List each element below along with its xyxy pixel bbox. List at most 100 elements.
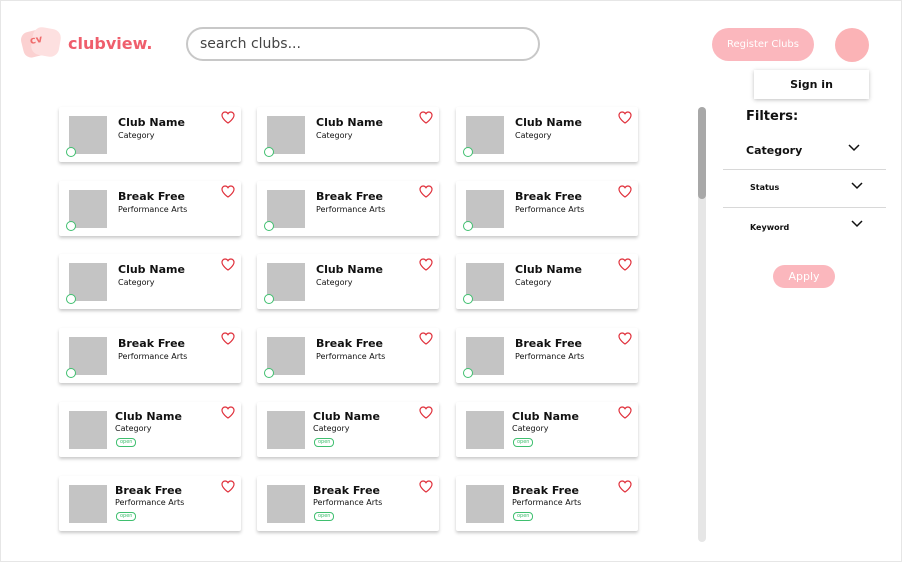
status-indicator [66,294,76,304]
heart-outline-icon[interactable] [618,332,632,345]
club-title: Club Name [512,410,579,423]
club-category: Category [316,131,353,140]
club-thumbnail [466,485,504,523]
club-title: Break Free [515,190,582,203]
chevron-down-icon [848,144,860,152]
club-category: Category [118,278,155,287]
club-title: Club Name [316,116,383,129]
club-category: Performance Arts [118,352,188,361]
club-category: Performance Arts [115,498,185,507]
heart-outline-icon[interactable] [221,185,235,198]
club-card[interactable]: Club Name Category [456,107,638,162]
status-badge: open [513,512,534,521]
filter-keyword[interactable]: Keyword [723,208,886,246]
club-category: Category [515,278,552,287]
status-indicator [463,294,473,304]
club-category: Performance Arts [316,352,386,361]
heart-outline-icon[interactable] [618,185,632,198]
status-indicator [264,368,274,378]
filter-label: Status [750,183,780,192]
club-category: Performance Arts [512,498,582,507]
club-title: Break Free [313,484,380,497]
club-card[interactable]: Club Name Category [59,254,241,309]
club-thumbnail [267,411,305,449]
chevron-down-icon [851,182,863,190]
status-indicator [66,147,76,157]
heart-outline-icon[interactable] [419,185,433,198]
club-card[interactable]: Club Name Category [257,107,439,162]
status-indicator [463,221,473,231]
heart-outline-icon[interactable] [419,406,433,419]
register-clubs-button[interactable]: Register Clubs [712,28,814,61]
heart-outline-icon[interactable] [419,111,433,124]
club-title: Club Name [515,116,582,129]
status-badge: open [513,438,534,447]
heart-outline-icon[interactable] [618,480,632,493]
logo-mark-icon: cv [19,25,63,60]
heart-outline-icon[interactable] [419,258,433,271]
club-category: Performance Arts [313,498,383,507]
club-card[interactable]: Break Free Performance Arts [59,181,241,236]
club-thumbnail [466,411,504,449]
sign-in-menu-item[interactable]: Sign in [754,70,869,99]
club-card[interactable]: Club Name Category [456,254,638,309]
club-card[interactable]: Break Free Performance Arts [456,181,638,236]
filter-category[interactable]: Category [723,131,886,170]
heart-outline-icon[interactable] [618,406,632,419]
club-category: Category [515,131,552,140]
status-indicator [463,147,473,157]
club-card[interactable]: Break Free Performance Arts [257,328,439,383]
club-card[interactable]: Break Free Performance Arts [456,328,638,383]
scrollbar-track[interactable] [698,107,706,542]
club-category: Performance Arts [316,205,386,214]
club-category: Performance Arts [515,352,585,361]
club-category: Category [118,131,155,140]
search-bar [186,27,540,61]
club-card[interactable]: Break Free Performance Arts open [59,476,241,531]
status-indicator [264,294,274,304]
status-indicator [66,368,76,378]
club-title: Break Free [118,190,185,203]
heart-outline-icon[interactable] [419,332,433,345]
club-category: Performance Arts [515,205,585,214]
heart-outline-icon[interactable] [221,258,235,271]
club-card[interactable]: Club Name Category open [456,402,638,457]
heart-outline-icon[interactable] [419,480,433,493]
club-title: Break Free [118,337,185,350]
filter-status[interactable]: Status [723,169,886,208]
filters-title: Filters: [746,109,799,124]
heart-outline-icon[interactable] [618,111,632,124]
heart-outline-icon[interactable] [618,258,632,271]
club-thumbnail [69,411,107,449]
club-category: Category [316,278,353,287]
club-thumbnail [267,485,305,523]
club-card[interactable]: Club Name Category open [257,402,439,457]
club-card[interactable]: Break Free Performance Arts open [257,476,439,531]
club-card[interactable]: Break Free Performance Arts [59,328,241,383]
club-title: Club Name [313,410,380,423]
club-card[interactable]: Club Name Category [59,107,241,162]
status-indicator [264,147,274,157]
heart-outline-icon[interactable] [221,332,235,345]
club-title: Club Name [118,116,185,129]
club-category: Category [313,424,350,433]
club-card[interactable]: Club Name Category open [59,402,241,457]
club-title: Break Free [515,337,582,350]
club-category: Category [115,424,152,433]
app-logo[interactable]: cv clubview. [19,25,153,60]
apply-button[interactable]: Apply [773,265,835,288]
club-card[interactable]: Club Name Category [257,254,439,309]
status-badge: open [116,438,137,447]
scrollbar-thumb[interactable] [698,107,706,199]
logo-letters: cv [29,34,44,47]
avatar[interactable] [835,28,869,62]
search-input[interactable] [188,29,538,59]
club-card[interactable]: Break Free Performance Arts [257,181,439,236]
heart-outline-icon[interactable] [221,406,235,419]
club-thumbnail [69,485,107,523]
club-card[interactable]: Break Free Performance Arts open [456,476,638,531]
heart-outline-icon[interactable] [221,111,235,124]
heart-outline-icon[interactable] [221,480,235,493]
chevron-down-icon [851,220,863,228]
app-name: clubview. [68,33,153,53]
